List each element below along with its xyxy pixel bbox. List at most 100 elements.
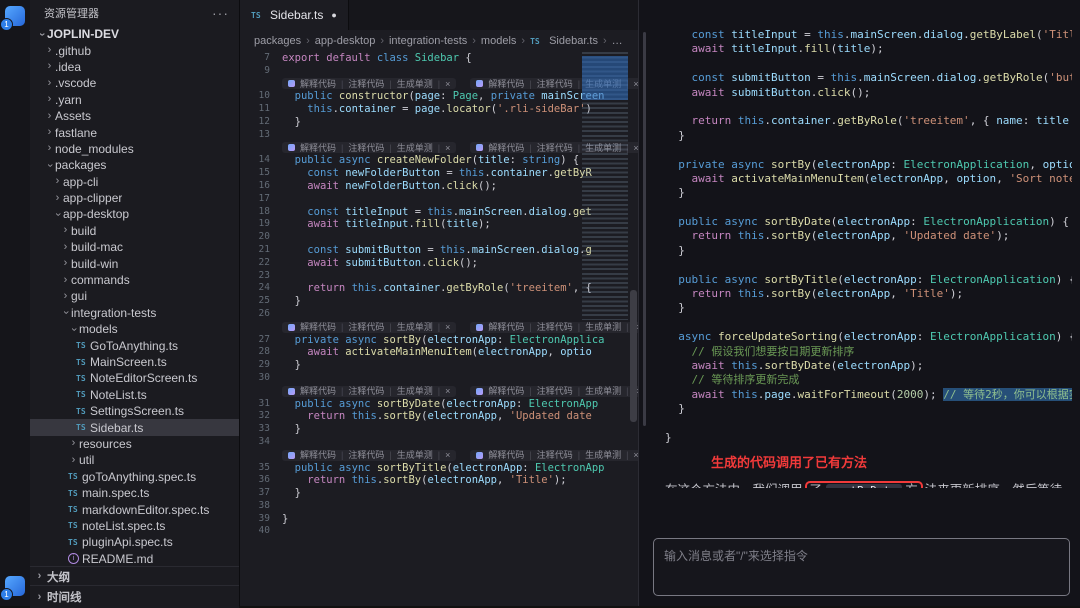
codelens-explain[interactable]: 解释代码 [488,142,524,155]
tree-item-app-cli[interactable]: ›app-cli [30,174,239,190]
tree-item-app-clipper[interactable]: ›app-clipper [30,190,239,206]
tree-item-commands[interactable]: ›commands [30,272,239,288]
activity-debug-button[interactable] [0,206,30,248]
codelens-explain[interactable]: 解释代码 [488,449,524,462]
tree-item-sidebar-ts[interactable]: TSSidebar.ts [30,419,239,435]
tree-item-settingsscreen-ts[interactable]: TSSettingsScreen.ts [30,403,239,419]
tree-item-fastlane[interactable]: ›fastlane [30,124,239,140]
tree-item-resources[interactable]: ›resources [30,436,239,452]
codelens-comment[interactable]: 注释代码 [537,385,573,398]
tree-item-build-win[interactable]: ›build-win [30,255,239,271]
breadcrumb-item[interactable]: app-desktop [315,35,376,47]
codelens-explain[interactable]: 解释代码 [300,142,336,155]
tree-item--idea[interactable]: ›.idea [30,59,239,75]
tree-item-label: packages [55,158,106,172]
codelens-unit-test[interactable]: 生成单测 [397,142,433,155]
tree-item-pluginapi-spec-ts[interactable]: TSpluginApi.spec.ts [30,534,239,550]
activity-search-button[interactable] [0,38,30,80]
codelens-comment[interactable]: 注释代码 [348,142,384,155]
codelens-explain[interactable]: 解释代码 [488,78,524,91]
codelens-actions[interactable]: 解释代码|注释代码|生成单测|× [282,386,456,397]
tree-item-markdowneditor-spec-ts[interactable]: TSmarkdownEditor.spec.ts [30,501,239,517]
codelens-explain[interactable]: 解释代码 [488,385,524,398]
tree-item-noteeditorscreen-ts[interactable]: TSNoteEditorScreen.ts [30,370,239,386]
minimap[interactable] [582,52,628,482]
codelens-unit-test[interactable]: 生成单测 [397,78,433,91]
tree-item-node-modules[interactable]: ›node_modules [30,141,239,157]
activity-grid-button[interactable] [0,164,30,206]
tree-item-joplin-dev[interactable]: ›JOPLIN-DEV [30,26,239,42]
tree-item-gotoanything-ts[interactable]: TSGoToAnything.ts [30,337,239,353]
codelens-close-icon[interactable]: × [445,78,450,91]
codelens-close-icon[interactable]: × [445,142,450,155]
code-editor[interactable]: 7export default class Sidebar {9解释代码|注释代… [240,52,638,606]
tree-item-util[interactable]: ›util [30,452,239,468]
tree-item-readme-md[interactable]: iREADME.md [30,551,239,567]
activity-account-button[interactable] [0,526,30,568]
codelens-comment[interactable]: 注释代码 [537,142,573,155]
input-placeholder: 输入消息或者"/"来选择指令 [664,547,1059,564]
explorer-more-icon[interactable]: ··· [212,5,229,21]
outline-section[interactable]: › 大纲 [30,566,239,586]
tree-item--github[interactable]: ›.github [30,42,239,58]
breadcrumb-item[interactable]: packages [254,35,301,47]
app-logo-bottom[interactable]: 1 [5,576,25,596]
codelens-comment[interactable]: 注释代码 [348,385,384,398]
codelens-unit-test[interactable]: 生成单测 [397,449,433,462]
codelens-explain[interactable]: 解释代码 [300,78,336,91]
editor-scrollbar[interactable] [629,52,638,606]
codelens-explain[interactable]: 解释代码 [488,321,524,334]
codelens-comment[interactable]: 注释代码 [348,449,384,462]
tree-item-models[interactable]: ›models [30,321,239,337]
codelens-close-icon[interactable]: × [445,385,450,398]
tree-item-gotoanything-spec-ts[interactable]: TSgoToAnything.spec.ts [30,469,239,485]
codelens-comment[interactable]: 注释代码 [348,78,384,91]
code-row: 35 public async sortByTitle(electronApp:… [240,462,638,475]
tree-item-packages[interactable]: ›packages [30,157,239,173]
breadcrumb-item[interactable]: models [481,35,516,47]
tree-item-mainscreen-ts[interactable]: TSMainScreen.ts [30,354,239,370]
codelens-unit-test[interactable]: 生成单测 [397,321,433,334]
breadcrumb-symbol[interactable]: … [612,35,623,47]
breadcrumb-item[interactable]: integration-tests [389,35,467,47]
tree-item-app-desktop[interactable]: ›app-desktop [30,206,239,222]
codelens-actions[interactable]: 解释代码|注释代码|生成单测|× [282,322,456,333]
app-logo[interactable]: 1 [5,6,25,26]
tab-sidebar-ts[interactable]: TS Sidebar.ts ● [240,0,349,30]
tree-item-assets[interactable]: ›Assets [30,108,239,124]
tree-item-gui[interactable]: ›gui [30,288,239,304]
tree-item-main-spec-ts[interactable]: TSmain.spec.ts [30,485,239,501]
breadcrumb-file[interactable]: Sidebar.ts [549,35,598,47]
codelens-comment[interactable]: 注释代码 [537,321,573,334]
tree-item-build[interactable]: ›build [30,223,239,239]
codelens-explain[interactable]: 解释代码 [300,449,336,462]
codelens-unit-test[interactable]: 生成单测 [397,385,433,398]
codelens-close-icon[interactable]: × [445,321,450,334]
codelens-actions[interactable]: 解释代码|注释代码|生成单测|× [282,78,456,89]
codelens-explain[interactable]: 解释代码 [300,385,336,398]
tree-item-build-mac[interactable]: ›build-mac [30,239,239,255]
tree-item--vscode[interactable]: ›.vscode [30,75,239,91]
code-row: 13 [240,129,638,142]
separator: | [438,385,440,398]
activity-extensions-button[interactable] [0,122,30,164]
codelens-close-icon[interactable]: × [445,449,450,462]
codelens-comment[interactable]: 注释代码 [537,449,573,462]
scrollbar-thumb[interactable] [630,290,637,422]
tree-item-notelist-ts[interactable]: TSNoteList.ts [30,387,239,403]
activity-source-control-button[interactable] [0,80,30,122]
chat-input[interactable]: 输入消息或者"/"来选择指令 [653,538,1070,596]
code-row: 32 return this.sortBy(electronApp, 'Upda… [240,410,638,423]
tree-item-notelist-spec-ts[interactable]: TSnoteList.spec.ts [30,518,239,534]
chevron-icon: › [68,324,79,335]
tree-item-integration-tests[interactable]: ›integration-tests [30,305,239,321]
codelens-explain[interactable]: 解释代码 [300,321,336,334]
codelens-actions[interactable]: 解释代码|注释代码|生成单测|× [282,450,456,461]
typescript-file-icon: TS [76,358,90,367]
codelens-actions[interactable]: 解释代码|注释代码|生成单测|× [282,142,456,153]
timeline-section[interactable]: › 时间线 [30,585,239,608]
panel-scrollbar[interactable] [643,32,646,426]
tree-item--yarn[interactable]: ›.yarn [30,92,239,108]
codelens-comment[interactable]: 注释代码 [537,78,573,91]
codelens-comment[interactable]: 注释代码 [348,321,384,334]
